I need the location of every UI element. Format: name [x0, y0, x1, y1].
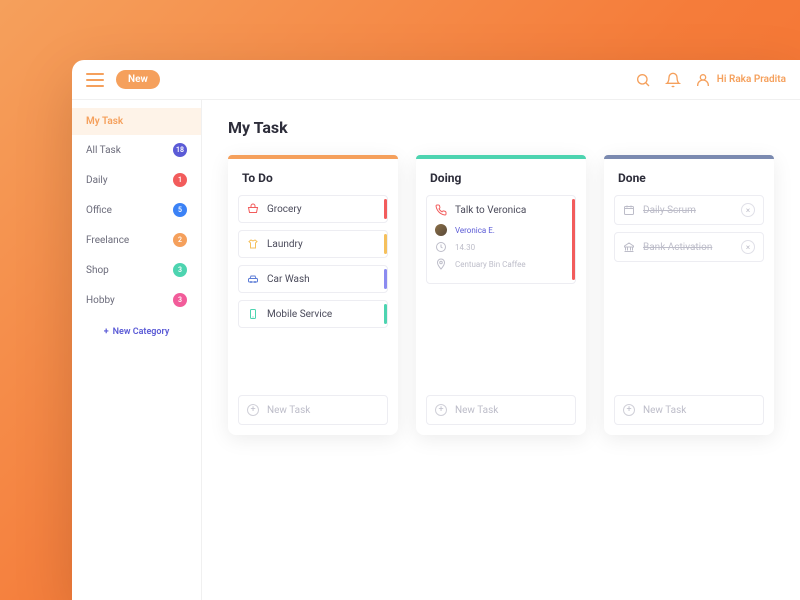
plus-icon: +: [104, 327, 109, 337]
task-card-expanded[interactable]: Talk to Veronica Veronica E. 14.30 Centu…: [426, 195, 576, 284]
close-icon[interactable]: ×: [741, 203, 755, 217]
user-icon: [695, 72, 711, 88]
sidebar-item-label: Freelance: [86, 235, 129, 246]
plus-icon: +: [623, 404, 635, 416]
topbar: New Hi Raka Pradita: [72, 60, 800, 100]
new-task-button[interactable]: + New Task: [614, 395, 764, 425]
board-done: Done Daily Scrum × Bank Activation × + New …: [604, 155, 774, 435]
sidebar-item-label: My Task: [86, 116, 123, 127]
badge: 2: [173, 233, 187, 247]
board-body: Daily Scrum × Bank Activation ×: [604, 195, 774, 385]
sidebar-item-my-task[interactable]: My Task: [72, 108, 201, 135]
board-title: Doing: [416, 159, 586, 195]
car-icon: [247, 273, 259, 285]
bank-icon: [623, 241, 635, 253]
sidebar-item-all-task[interactable]: All Task 18: [72, 135, 201, 165]
new-task-label: New Task: [267, 405, 310, 416]
task-accent: [572, 199, 575, 280]
sidebar-item-daily[interactable]: Daily 1: [72, 165, 201, 195]
task-accent: [384, 304, 387, 324]
task-accent: [384, 234, 387, 254]
new-task-label: New Task: [455, 405, 498, 416]
sidebar-item-hobby[interactable]: Hobby 3: [72, 285, 201, 315]
task-card[interactable]: Car Wash: [238, 265, 388, 293]
task-card[interactable]: Laundry: [238, 230, 388, 258]
new-task-button[interactable]: + New Task: [426, 395, 576, 425]
sidebar: My Task All Task 18 Daily 1 Office 5 Freela…: [72, 100, 202, 600]
badge: 3: [173, 263, 187, 277]
sidebar-item-freelance[interactable]: Freelance 2: [72, 225, 201, 255]
new-category-label: New Category: [113, 327, 170, 337]
main: My Task All Task 18 Daily 1 Office 5 Freela…: [72, 100, 800, 600]
boards: To Do Grocery Laundry Car Wash Mobile Se…: [228, 155, 774, 435]
bell-icon[interactable]: [665, 72, 681, 88]
task-location: Centuary Bin Caffee: [435, 258, 567, 270]
task-card-done[interactable]: Bank Activation ×: [614, 232, 764, 262]
location-icon: [435, 258, 447, 270]
search-icon[interactable]: [635, 72, 651, 88]
new-category-button[interactable]: + New Category: [72, 315, 201, 349]
mobile-icon: [247, 308, 259, 320]
board-body: Grocery Laundry Car Wash Mobile Service: [228, 195, 398, 385]
close-icon[interactable]: ×: [741, 240, 755, 254]
clock-icon: [435, 241, 447, 253]
task-label: Mobile Service: [267, 309, 332, 320]
user-profile[interactable]: Hi Raka Pradita: [695, 72, 786, 88]
task-accent: [384, 199, 387, 219]
page-title: My Task: [228, 118, 774, 137]
new-task-label: New Task: [643, 405, 686, 416]
sidebar-item-label: Hobby: [86, 295, 115, 306]
board-doing: Doing Talk to Veronica Veronica E. 14.30…: [416, 155, 586, 435]
badge: 3: [173, 293, 187, 307]
badge: 18: [173, 143, 187, 157]
task-label: Grocery: [267, 204, 302, 215]
topbar-right: Hi Raka Pradita: [635, 72, 786, 88]
task-accent: [384, 269, 387, 289]
plus-icon: +: [247, 404, 259, 416]
badge: 1: [173, 173, 187, 187]
phone-icon: [435, 204, 447, 216]
board-title: Done: [604, 159, 774, 195]
content: My Task To Do Grocery Laundry Car Wash M…: [202, 100, 800, 600]
sidebar-item-label: All Task: [86, 145, 121, 156]
board-title: To Do: [228, 159, 398, 195]
board-todo: To Do Grocery Laundry Car Wash Mobile Se…: [228, 155, 398, 435]
avatar-icon: [435, 224, 447, 236]
sidebar-item-shop[interactable]: Shop 3: [72, 255, 201, 285]
task-card[interactable]: Mobile Service: [238, 300, 388, 328]
task-card[interactable]: Grocery: [238, 195, 388, 223]
basket-icon: [247, 203, 259, 215]
task-label: Talk to Veronica: [455, 205, 526, 216]
new-button[interactable]: New: [116, 70, 160, 89]
calendar-icon: [623, 204, 635, 216]
app-window: New Hi Raka Pradita My Task All Task 18 D…: [72, 60, 800, 600]
new-task-button[interactable]: + New Task: [238, 395, 388, 425]
sidebar-item-label: Office: [86, 205, 112, 216]
board-body: Talk to Veronica Veronica E. 14.30 Centu…: [416, 195, 586, 385]
task-label: Daily Scrum: [643, 205, 696, 216]
user-greeting: Hi Raka Pradita: [717, 74, 786, 85]
sidebar-item-office[interactable]: Office 5: [72, 195, 201, 225]
shirt-icon: [247, 238, 259, 250]
task-time: 14.30: [435, 241, 567, 253]
sidebar-item-label: Shop: [86, 265, 109, 276]
task-card-done[interactable]: Daily Scrum ×: [614, 195, 764, 225]
plus-icon: +: [435, 404, 447, 416]
badge: 5: [173, 203, 187, 217]
task-label: Bank Activation: [643, 242, 712, 253]
sidebar-item-label: Daily: [86, 175, 108, 186]
menu-icon[interactable]: [86, 73, 104, 87]
task-label: Laundry: [267, 239, 303, 250]
task-person: Veronica E.: [435, 224, 567, 236]
task-label: Car Wash: [267, 274, 310, 285]
